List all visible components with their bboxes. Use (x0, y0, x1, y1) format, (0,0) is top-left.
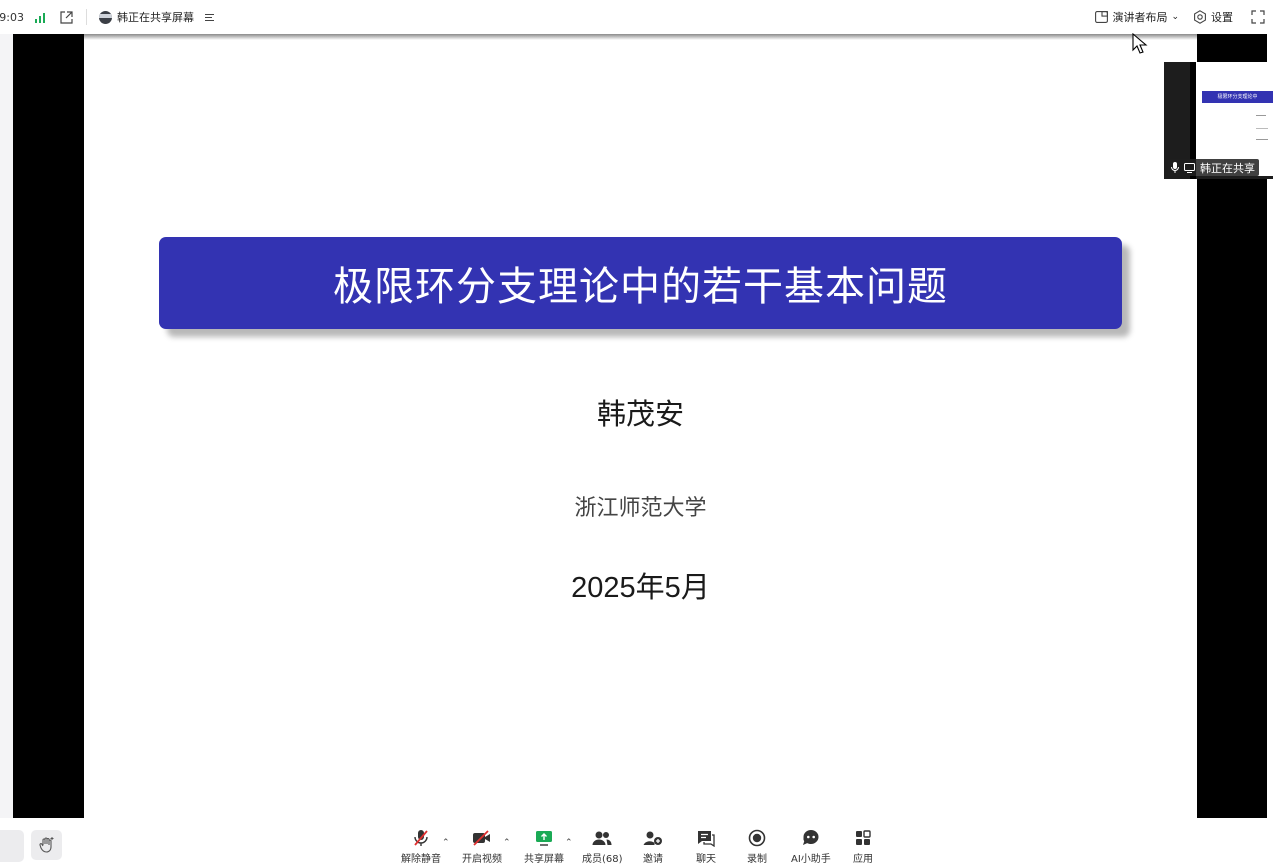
members-button[interactable]: 成员(68) (582, 828, 623, 865)
thumbnail-line (1256, 128, 1268, 129)
gear-icon (1194, 10, 1206, 24)
chevron-up-icon[interactable]: ⌃ (503, 838, 511, 848)
screen-share-icon (1184, 162, 1195, 173)
meeting-timer: 09:03 (0, 10, 24, 24)
slide-title-box: 极限环分支理论中的若干基本问题 (159, 237, 1122, 329)
toolbar-left-button[interactable] (0, 830, 24, 862)
top-bar: 09:03 韩正在共享屏幕 演讲者布局 ⌄ 设置 (0, 0, 1273, 34)
ai-assistant-label: AI小助手 (791, 854, 831, 865)
invite-button[interactable]: 邀请 (643, 828, 663, 865)
video-button[interactable]: 开启视频 (462, 828, 502, 865)
slide: 极限环分支理论中的若干基本问题 韩茂安 浙江师范大学 2025年5月 (84, 34, 1197, 818)
bottom-toolbar: 解除静音 ⌃ 开启视频 ⌃ 共享屏幕 ⌃ 成员(68) 邀请 聊天 录制 AI小… (0, 818, 1273, 866)
chat-label: 聊天 (696, 854, 716, 865)
video-off-icon (472, 828, 492, 848)
speaker-thumbnail[interactable]: 极限环分支理论中 韩正在共享 (1164, 62, 1273, 179)
mic-muted-icon (411, 828, 431, 848)
hand-icon (38, 837, 53, 853)
menu-icon[interactable] (205, 13, 214, 21)
settings-button[interactable]: 设置 (1193, 9, 1233, 25)
divider (86, 9, 87, 25)
slide-date: 2025年5月 (571, 572, 710, 604)
mic-icon (1171, 162, 1179, 173)
share-status-label: 韩正在共享屏幕 (117, 11, 194, 24)
layout-button[interactable]: 演讲者布局 ⌄ (1095, 9, 1179, 25)
raise-hand-button[interactable] (31, 830, 62, 860)
share-screen-button[interactable]: 共享屏幕 (524, 828, 564, 865)
layout-label: 演讲者布局 (1112, 11, 1168, 24)
layout-icon (1095, 11, 1109, 23)
apps-label: 应用 (853, 854, 873, 865)
mouse-cursor-icon (1132, 33, 1148, 54)
share-status[interactable]: 韩正在共享屏幕 (99, 9, 214, 25)
chevron-down-icon: ⌄ (1171, 12, 1179, 22)
chevron-up-icon[interactable]: ⌃ (442, 838, 450, 848)
members-icon (592, 828, 612, 848)
share-icon (534, 828, 554, 848)
thumbnail-line (1256, 115, 1266, 116)
apps-icon (853, 828, 873, 848)
record-icon (747, 828, 767, 848)
chat-icon (696, 828, 716, 848)
slide-author: 韩茂安 (596, 397, 684, 431)
popout-icon[interactable] (59, 10, 73, 24)
thumbnail-line (1256, 139, 1268, 140)
slide-title: 极限环分支理论中的若干基本问题 (333, 264, 948, 310)
unmute-button[interactable]: 解除静音 (401, 828, 441, 865)
slide-institute: 浙江师范大学 (574, 496, 707, 521)
slide-top-shadow (84, 34, 1197, 40)
thumbnail-label-text: 韩正在共享 (1200, 161, 1255, 175)
side-panel-edge (0, 34, 13, 818)
fullscreen-icon[interactable] (1251, 10, 1265, 24)
apps-button[interactable]: 应用 (853, 828, 873, 865)
members-label: 成员(68) (582, 854, 623, 865)
thumbnail-label: 韩正在共享 (1168, 159, 1259, 176)
record-button[interactable]: 录制 (747, 828, 767, 865)
chevron-up-icon[interactable]: ⌃ (565, 838, 573, 848)
chat-button[interactable]: 聊天 (696, 828, 716, 865)
invite-label: 邀请 (643, 854, 663, 865)
signal-icon[interactable] (35, 11, 45, 23)
video-label: 开启视频 (462, 854, 502, 865)
unmute-label: 解除静音 (401, 854, 441, 865)
ai-assistant-icon (801, 828, 821, 848)
record-label: 录制 (747, 854, 767, 865)
invite-icon (643, 828, 663, 848)
settings-label: 设置 (1211, 11, 1233, 24)
share-screen-icon (99, 10, 112, 24)
ai-assistant-button[interactable]: AI小助手 (791, 828, 831, 865)
thumbnail-title: 极限环分支理论中 (1202, 91, 1273, 103)
share-label: 共享屏幕 (524, 854, 564, 865)
